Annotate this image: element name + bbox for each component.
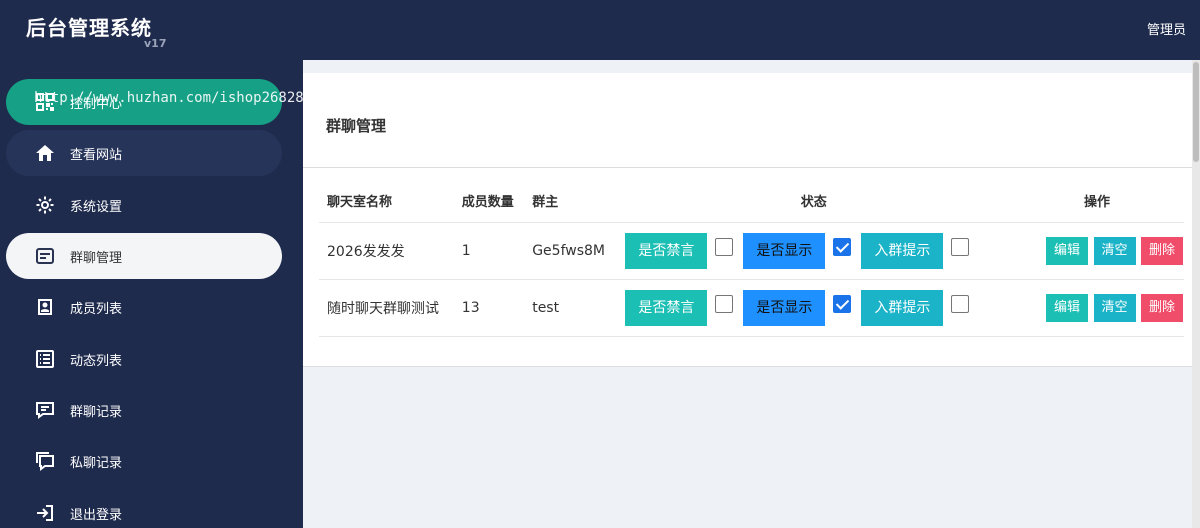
sidebar-item-label: 私聊记录: [70, 455, 123, 471]
cell-actions: 编辑 清空 删除: [1002, 279, 1184, 337]
sidebar-item-label: 系统设置: [70, 199, 123, 215]
group-table: 聊天室名称 成员数量 群主 状态 操作 2026发发发 1 Ge5fws8M 是…: [319, 180, 1184, 337]
logout-icon: [34, 502, 56, 524]
top-bar: 后台管理系统 v17 管理员: [0, 0, 1200, 60]
sidebar-item-logout[interactable]: 退出登录: [6, 490, 282, 528]
page-title: 群聊管理: [326, 117, 387, 135]
clear-button[interactable]: 清空: [1093, 293, 1136, 322]
cell-count: 13: [453, 279, 525, 337]
column-header-owner: 群主: [524, 180, 618, 223]
table-header-row: 聊天室名称 成员数量 群主 状态 操作: [319, 180, 1184, 223]
app-title: 后台管理系统: [26, 16, 152, 40]
cell-actions: 编辑 清空 删除: [1002, 222, 1184, 280]
column-header-name: 聊天室名称: [319, 180, 454, 223]
mute-toggle-button[interactable]: 是否禁言: [625, 289, 708, 326]
sidebar-item-label: 群聊管理: [70, 250, 123, 266]
sidebar: 控制中心 http://www.huzhan.com/ishop26828 查看…: [0, 60, 304, 528]
home-icon: [34, 142, 56, 164]
join-notice-checkbox[interactable]: [951, 237, 970, 256]
sidebar-item-settings[interactable]: 系统设置: [6, 182, 282, 228]
cell-name: 随时聊天群聊测试: [319, 279, 454, 337]
list-card-icon: [34, 245, 56, 267]
main-content: 群聊管理 聊天室名称 成员数量 群主 状态 操作 2026发发发 1 Ge5fw…: [303, 60, 1200, 528]
vertical-scrollbar[interactable]: [1192, 60, 1200, 528]
sidebar-item-label: 成员列表: [70, 301, 123, 317]
column-header-count: 成员数量: [453, 180, 525, 223]
show-checkbox[interactable]: [833, 237, 852, 256]
sidebar-item-members[interactable]: 成员列表: [6, 284, 282, 330]
show-toggle-button[interactable]: 是否显示: [743, 289, 826, 326]
join-notice-button[interactable]: 入群提示: [861, 289, 944, 326]
column-header-status: 状态: [617, 180, 1003, 223]
sidebar-item-view-site[interactable]: 查看网站: [6, 130, 282, 176]
delete-button[interactable]: 删除: [1140, 293, 1183, 322]
chat-icon: [34, 399, 56, 421]
show-checkbox[interactable]: [833, 294, 852, 313]
sidebar-item-group-logs[interactable]: 群聊记录: [6, 387, 282, 433]
column-header-actions: 操作: [1002, 180, 1184, 223]
sidebar-item-label: 群聊记录: [70, 404, 123, 420]
mute-toggle-button[interactable]: 是否禁言: [625, 232, 708, 269]
sidebar-item-group-management[interactable]: 群聊管理: [6, 233, 282, 279]
gear-icon: [34, 194, 56, 216]
cell-owner: test: [524, 279, 618, 337]
sidebar-item-label: 退出登录: [70, 507, 123, 523]
edit-button[interactable]: 编辑: [1046, 293, 1089, 322]
sidebar-item-private-logs[interactable]: 私聊记录: [6, 438, 282, 484]
page-header-card: 群聊管理: [303, 73, 1192, 168]
clear-button[interactable]: 清空: [1093, 236, 1136, 265]
user-menu[interactable]: 管理员: [1147, 19, 1186, 38]
app-version: v17: [144, 37, 167, 50]
show-toggle-button[interactable]: 是否显示: [743, 232, 826, 269]
cell-owner: Ge5fws8M: [524, 222, 618, 280]
sidebar-item-moments[interactable]: 动态列表: [6, 336, 282, 382]
table-row: 2026发发发 1 Ge5fws8M 是否禁言 是否显示 入群提示 编辑 清空 删除: [319, 222, 1184, 280]
join-notice-button[interactable]: 入群提示: [861, 232, 944, 269]
chat-bubble-icon: [34, 450, 56, 472]
mute-checkbox[interactable]: [715, 294, 734, 313]
contact-card-icon: [34, 296, 56, 318]
sidebar-item-label: 查看网站: [70, 147, 123, 163]
cell-status: 是否禁言 是否显示 入群提示: [617, 279, 1003, 337]
scrollbar-thumb[interactable]: [1193, 62, 1199, 162]
list-icon: [34, 348, 56, 370]
cell-count: 1: [453, 222, 525, 280]
watermark: http://www.huzhan.com/ishop26828: [34, 90, 304, 106]
edit-button[interactable]: 编辑: [1046, 236, 1089, 265]
table-row: 随时聊天群聊测试 13 test 是否禁言 是否显示 入群提示 编辑 清空 删除: [319, 279, 1184, 337]
sidebar-item-label: 动态列表: [70, 353, 123, 369]
delete-button[interactable]: 删除: [1140, 236, 1183, 265]
cell-name: 2026发发发: [319, 222, 454, 280]
mute-checkbox[interactable]: [715, 237, 734, 256]
table-card: 聊天室名称 成员数量 群主 状态 操作 2026发发发 1 Ge5fws8M 是…: [303, 168, 1192, 367]
cell-status: 是否禁言 是否显示 入群提示: [617, 222, 1003, 280]
join-notice-checkbox[interactable]: [951, 294, 970, 313]
